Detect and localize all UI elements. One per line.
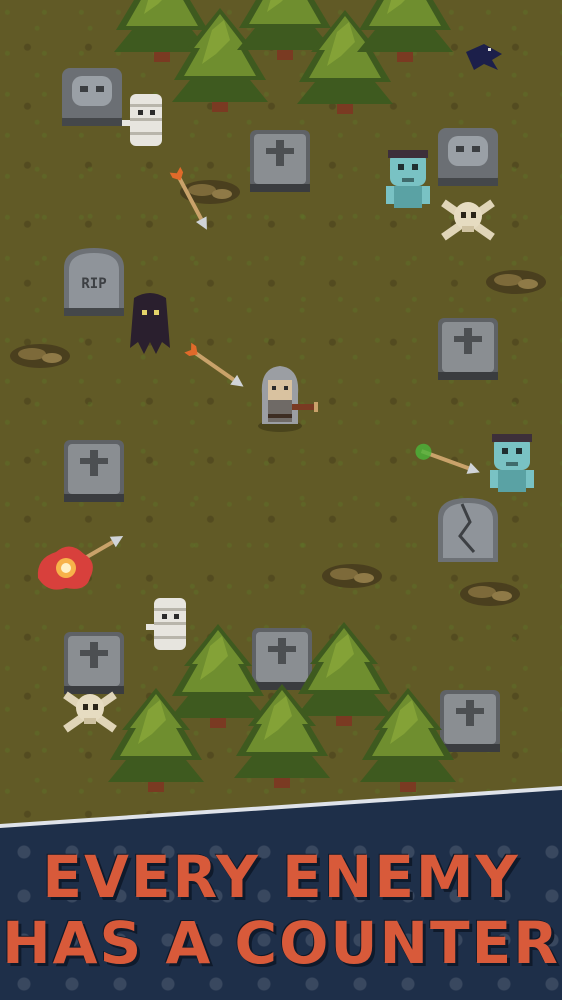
gravestone	[438, 318, 498, 380]
gravestone	[250, 130, 310, 192]
dirt-mound	[486, 270, 546, 294]
graveyard-field[interactable]: RIP	[0, 0, 562, 830]
arrow-projectile	[184, 342, 247, 392]
zombie-enemy	[490, 434, 534, 492]
dirt-mound	[10, 344, 70, 368]
gravestone	[252, 628, 312, 690]
stone-head-statue	[438, 128, 498, 186]
mummy-enemy	[146, 598, 186, 650]
zombie-enemy	[386, 150, 430, 208]
rip-label: RIP	[81, 276, 106, 292]
rip-tombstone: RIP	[64, 248, 124, 316]
gravestone	[440, 690, 500, 752]
game-screen: RIP EVERY ENEMY HAS A COUNTER	[0, 0, 562, 1000]
headline-line-2: HAS A COUNTER	[2, 909, 560, 977]
hit-splat-effect	[37, 546, 93, 590]
crow-enemy	[466, 44, 502, 70]
skull-crossbones	[441, 199, 495, 241]
gravestone	[64, 440, 124, 502]
hero-player	[258, 366, 318, 432]
mummy-enemy	[122, 94, 162, 146]
stone-head-statue	[62, 68, 122, 126]
skull-crossbones	[63, 691, 117, 733]
shadow-ghost-enemy	[130, 293, 170, 354]
dirt-mound	[322, 564, 382, 588]
scene: RIP	[10, 0, 546, 792]
headline-line-1: EVERY ENEMY	[42, 843, 520, 911]
dirt-mound	[460, 582, 520, 606]
cracked-tombstone	[438, 498, 498, 562]
gravestone	[64, 632, 124, 694]
